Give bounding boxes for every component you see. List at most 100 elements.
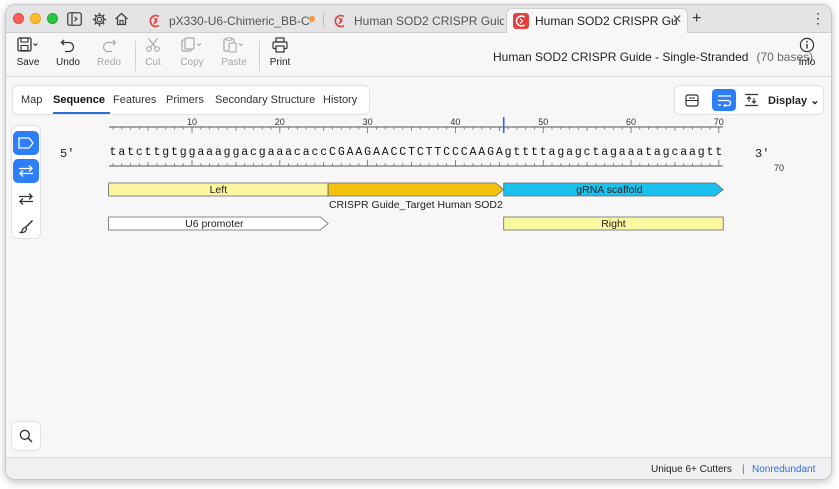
base[interactable]: A: [382, 146, 389, 159]
base[interactable]: t: [153, 146, 160, 159]
home-icon[interactable]: [112, 10, 130, 28]
base[interactable]: a: [654, 146, 661, 159]
nonredundant-link[interactable]: Nonredundant: [752, 464, 815, 475]
base[interactable]: t: [715, 146, 722, 159]
base[interactable]: g: [180, 146, 187, 159]
base[interactable]: t: [127, 146, 134, 159]
tab-human-sod2-guide-active[interactable]: Human SOD2 CRISPR Guide: [506, 8, 688, 33]
tab-human-sod2-guide[interactable]: Human SOD2 CRISPR Guide: [326, 8, 504, 33]
display-menu-button[interactable]: Display ⌄: [768, 94, 819, 107]
base[interactable]: a: [285, 146, 292, 159]
base[interactable]: c: [584, 146, 591, 159]
base[interactable]: g: [698, 146, 705, 159]
base[interactable]: a: [680, 146, 687, 159]
base[interactable]: C: [443, 146, 450, 159]
base[interactable]: c: [136, 146, 143, 159]
base[interactable]: C: [329, 146, 336, 159]
base[interactable]: C: [417, 146, 424, 159]
base[interactable]: c: [671, 146, 678, 159]
base[interactable]: g: [232, 146, 239, 159]
base[interactable]: g: [162, 146, 169, 159]
base[interactable]: t: [522, 146, 529, 159]
base[interactable]: T: [434, 146, 441, 159]
base[interactable]: c: [250, 146, 257, 159]
base[interactable]: a: [636, 146, 643, 159]
gear-icon[interactable]: [90, 10, 108, 28]
wrap-sequence-button[interactable]: [712, 89, 736, 111]
base[interactable]: C: [461, 146, 468, 159]
base[interactable]: T: [426, 146, 433, 159]
base[interactable]: a: [566, 146, 573, 159]
base[interactable]: a: [303, 146, 310, 159]
base[interactable]: c: [320, 146, 327, 159]
base[interactable]: a: [197, 146, 204, 159]
new-tab-button[interactable]: +: [692, 10, 701, 28]
sequence-map[interactable]: 10 20 30 40 50 60 70t a t c t t g t g g a a a g g a c g a a a c a c c C…: [106, 117, 826, 237]
base[interactable]: t: [592, 146, 599, 159]
base[interactable]: t: [171, 146, 178, 159]
cut-button[interactable]: Cut: [133, 37, 173, 68]
copy-button[interactable]: Copy: [172, 37, 212, 68]
base[interactable]: c: [311, 146, 318, 159]
reverse-tool-button[interactable]: [13, 187, 39, 211]
zoom-window-button[interactable]: [47, 13, 58, 24]
base[interactable]: g: [557, 146, 564, 159]
base[interactable]: a: [549, 146, 556, 159]
paint-tool-button[interactable]: [13, 214, 39, 238]
base[interactable]: g: [224, 146, 231, 159]
tab-primers[interactable]: Primers: [166, 94, 204, 106]
base[interactable]: A: [470, 146, 477, 159]
base[interactable]: g: [663, 146, 670, 159]
undo-button[interactable]: Undo: [48, 37, 88, 68]
base[interactable]: g: [189, 146, 196, 159]
base[interactable]: g: [575, 146, 582, 159]
base[interactable]: t: [540, 146, 547, 159]
enzyme-set-label[interactable]: Unique 6+ Cutters: [651, 464, 732, 475]
base[interactable]: a: [619, 146, 626, 159]
search-button[interactable]: [11, 421, 41, 451]
toggle-panels-button[interactable]: [680, 89, 704, 111]
orientation-tool-button[interactable]: [13, 159, 39, 183]
base[interactable]: g: [610, 146, 617, 159]
tab-map[interactable]: Map: [21, 94, 42, 106]
base[interactable]: t: [145, 146, 152, 159]
tab-features[interactable]: Features: [113, 94, 156, 106]
more-options-icon[interactable]: ⋮: [811, 10, 825, 27]
base[interactable]: a: [601, 146, 608, 159]
feature-tool-button[interactable]: [13, 131, 39, 155]
base[interactable]: a: [689, 146, 696, 159]
base[interactable]: t: [513, 146, 520, 159]
save-button[interactable]: Save: [8, 37, 48, 68]
sequence-view[interactable]: 5' 3' 70 10 20 30 40 50 60 70 t a t c t t g t g g a a a g g a c…: [46, 117, 831, 457]
base[interactable]: a: [206, 146, 213, 159]
base[interactable]: A: [373, 146, 380, 159]
base[interactable]: G: [338, 146, 345, 159]
base[interactable]: a: [628, 146, 635, 159]
paste-button[interactable]: Paste: [214, 37, 254, 68]
base[interactable]: A: [347, 146, 354, 159]
redo-button[interactable]: Redo: [89, 37, 129, 68]
close-window-button[interactable]: [13, 13, 24, 24]
sidebar-toggle-icon[interactable]: [65, 10, 83, 28]
base[interactable]: G: [364, 146, 371, 159]
strand-toggle-button[interactable]: [739, 89, 763, 111]
base[interactable]: a: [215, 146, 222, 159]
base[interactable]: G: [487, 146, 494, 159]
base[interactable]: A: [496, 146, 503, 159]
base[interactable]: C: [452, 146, 459, 159]
print-button[interactable]: Print: [260, 37, 300, 68]
base[interactable]: C: [399, 146, 406, 159]
info-button[interactable]: Info: [787, 37, 827, 68]
base[interactable]: a: [276, 146, 283, 159]
base[interactable]: a: [241, 146, 248, 159]
base[interactable]: t: [707, 146, 714, 159]
base[interactable]: g: [259, 146, 266, 159]
base[interactable]: a: [268, 146, 275, 159]
base[interactable]: g: [505, 146, 512, 159]
tab-secondary-structure[interactable]: Secondary Structure: [215, 94, 315, 106]
feature-crispr-guide-target-human-sod2[interactable]: [327, 182, 505, 197]
base[interactable]: T: [408, 146, 415, 159]
tab-history[interactable]: History: [323, 94, 357, 106]
base[interactable]: A: [478, 146, 485, 159]
base[interactable]: t: [645, 146, 652, 159]
